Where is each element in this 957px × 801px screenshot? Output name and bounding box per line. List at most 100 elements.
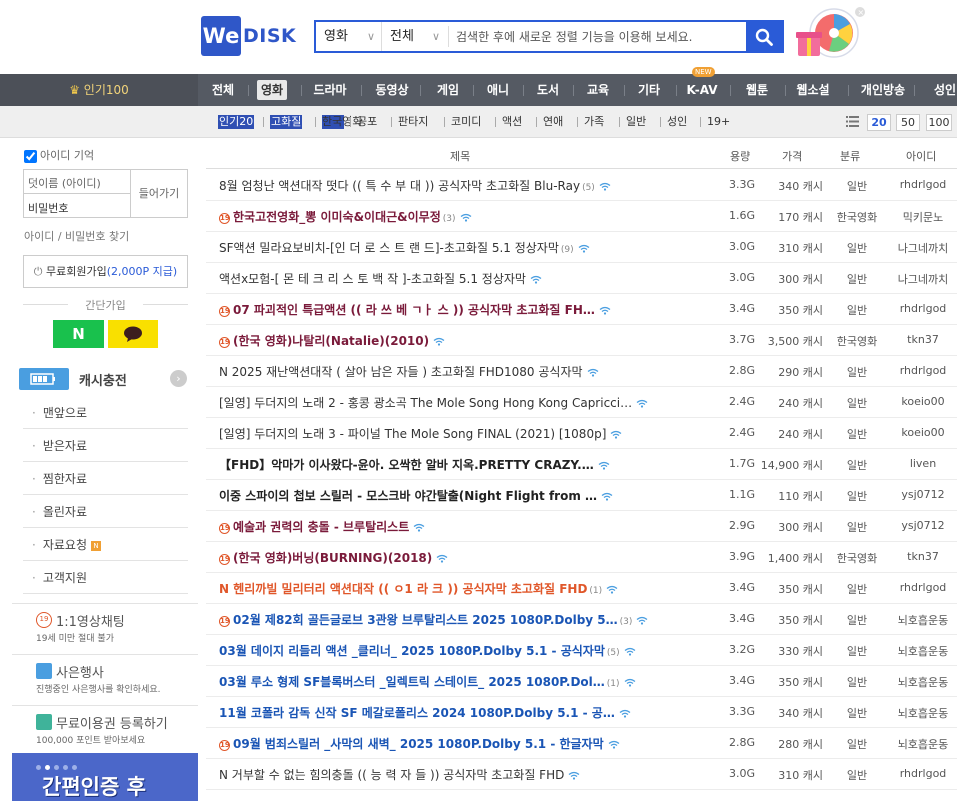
- list-view-icon[interactable]: [846, 116, 859, 130]
- row-title[interactable]: SF액션 밀라요보비치-[인 더 로 스 트 랜 드]-초고화질 5.1 정상자…: [219, 239, 590, 256]
- page-size-20[interactable]: 20: [867, 114, 891, 131]
- row-title[interactable]: 액션x모험-[ 몬 테 크 리 스 토 백 작 ]-초고화질 5.1 정상자막: [219, 270, 542, 287]
- table-row[interactable]: 액션x모험-[ 몬 테 크 리 스 토 백 작 ]-초고화질 5.1 정상자막 3…: [206, 263, 957, 294]
- row-title[interactable]: 19 (한국 영화)나탈리(Natalie)(2010): [219, 332, 445, 349]
- sub-tab-11[interactable]: 19+: [707, 115, 730, 129]
- password-field[interactable]: 비밀번호: [23, 193, 131, 218]
- nav-tab-13[interactable]: 성인: [915, 74, 957, 106]
- row-user[interactable]: rhdrlgod: [894, 581, 952, 594]
- row-title[interactable]: 19 02월 제82회 골든글로브 3관왕 브루탈리스트 2025 1080P.D…: [219, 611, 648, 628]
- search-input[interactable]: [448, 26, 746, 47]
- kakao-login-button[interactable]: [108, 320, 158, 348]
- nav-tab-11[interactable]: 웹소설: [783, 74, 843, 106]
- login-button[interactable]: 들어가기: [130, 169, 188, 218]
- side-banner-0[interactable]: 19 1:1영상채팅 19세 미만 절대 불가: [12, 603, 198, 652]
- row-user[interactable]: rhdrlgod: [894, 302, 952, 315]
- sub-tab-8[interactable]: 가족: [584, 115, 604, 129]
- table-row[interactable]: 19 09월 범죄스릴러 _사막의 새벽_ 2025 1080P.Dolby 5.…: [206, 728, 957, 759]
- row-title[interactable]: 19 한국고전영화_뽕 이미숙&이대근&이무정 (3): [219, 208, 472, 225]
- row-title[interactable]: 19 09월 범죄스릴러 _사막의 새벽_ 2025 1080P.Dolby 5.…: [219, 735, 620, 752]
- row-user[interactable]: 뇌호흡운동: [894, 612, 952, 628]
- table-row[interactable]: 【FHD】악마가 이사왔다-윤아. 오싹한 알바 지옥.PRETTY CRAZY…: [206, 449, 957, 480]
- nav-tab-9[interactable]: K-AV: [672, 74, 732, 106]
- table-row[interactable]: 19 한국고전영화_뽕 이미숙&이대근&이무정 (3) 1.6G 170 캐시 한국영화 믹…: [206, 201, 957, 232]
- subcategory-select[interactable]: 전체 ∨: [382, 22, 446, 51]
- table-row[interactable]: 이중 스파이의 첩보 스릴러 - 모스크바 야간탈출(Night Flight …: [206, 480, 957, 511]
- page-size-100[interactable]: 100: [926, 114, 952, 131]
- page-size-50[interactable]: 50: [896, 114, 920, 131]
- wedisk-logo[interactable]: We DISK: [201, 16, 305, 56]
- nav-tab-1[interactable]: 영화: [242, 74, 302, 106]
- promo-gift-icon[interactable]: ×: [794, 6, 866, 64]
- nav-tab-12[interactable]: 개인방송: [853, 74, 913, 106]
- table-row[interactable]: 19 (한국 영화)버닝(BURNING)(2018) 3.9G 1,400 캐시 한국…: [206, 542, 957, 573]
- nav-tab-10[interactable]: 웹툰: [727, 74, 787, 106]
- row-user[interactable]: 나그네까치: [894, 240, 952, 256]
- sub-tab-1[interactable]: 고화질: [270, 115, 303, 129]
- table-row[interactable]: 19 07 파괴적인 특급액션 (( 라 쓰 베 ㄱㅏ 스 )) 공식자막 초고화…: [206, 294, 957, 325]
- search-button[interactable]: [746, 22, 782, 51]
- row-user[interactable]: rhdrlgod: [894, 364, 952, 377]
- table-row[interactable]: 03월 데이지 리들리 액션 _클리너_ 2025 1080P.Dolby 5.…: [206, 635, 957, 666]
- side-menu-item-1[interactable]: · 받은자료: [23, 430, 188, 462]
- sub-tab-7[interactable]: 연애: [543, 115, 563, 129]
- popular100-tab[interactable]: ♛ 인기100: [0, 74, 198, 106]
- table-row[interactable]: N 헨리까빌 밀리터리 액션대작 (( ㅇ1 라 크 )) 공식자막 초고화질 …: [206, 573, 957, 604]
- sub-tab-6[interactable]: 액션: [502, 115, 522, 129]
- table-row[interactable]: 19 (한국 영화)나탈리(Natalie)(2010) 3.7G 3,500 캐시 한…: [206, 325, 957, 356]
- find-id-link[interactable]: 아이디 / 비밀번호 찾기: [24, 228, 129, 244]
- side-menu-item-2[interactable]: · 찜한자료: [23, 463, 188, 495]
- table-row[interactable]: 11월 코폴라 감독 신작 SF 메갈로폴리스 2024 1080P.Dolby…: [206, 697, 957, 728]
- row-title[interactable]: N 2025 재난액션대작 ( 살아 남은 자들 ) 초고화질 FHD1080 …: [219, 363, 599, 380]
- row-user[interactable]: 믹키문노: [894, 209, 952, 225]
- row-title[interactable]: 19 07 파괴적인 특급액션 (( 라 쓰 베 ㄱㅏ 스 )) 공식자막 초고화…: [219, 301, 611, 318]
- table-row[interactable]: N 2025 재난액션대작 ( 살아 남은 자들 ) 초고화질 FHD1080 …: [206, 356, 957, 387]
- category-select[interactable]: 영화 ∨: [316, 22, 382, 51]
- row-title[interactable]: [일영] 두더지의 노래 3 - 파이널 The Mole Song FINAL…: [219, 425, 622, 442]
- row-title[interactable]: 19 예술과 권력의 충돌 - 브루탈리스트: [219, 518, 425, 535]
- row-user[interactable]: 뇌호흡운동: [894, 736, 952, 752]
- row-title[interactable]: [일영] 두더지의 노래 2 - 홍콩 광소곡 The Mole Song Ho…: [219, 394, 648, 411]
- row-user[interactable]: 뇌호흡운동: [894, 705, 952, 721]
- id-field[interactable]: 덧이름 (아이디): [23, 169, 131, 193]
- table-row[interactable]: 19 02월 제82회 골든글로브 3관왕 브루탈리스트 2025 1080P.D…: [206, 604, 957, 635]
- row-user[interactable]: ysj0712: [894, 519, 952, 532]
- row-title[interactable]: 이중 스파이의 첩보 스릴러 - 모스크바 야간탈출(Night Flight …: [219, 487, 613, 504]
- row-title[interactable]: 8월 엄청난 액션대작 떳다 (( 특 수 부 대 )) 공식자막 초고화질 B…: [219, 177, 611, 194]
- sub-tab-3[interactable]: 공포: [357, 115, 377, 129]
- join-button[interactable]: ⏻ 무료회원가입(2,000P 지급): [23, 255, 188, 288]
- row-user[interactable]: koeio00: [894, 395, 952, 408]
- sub-tab-10[interactable]: 성인: [667, 115, 687, 129]
- row-user[interactable]: 뇌호흡운동: [894, 674, 952, 690]
- table-row[interactable]: N 거부할 수 없는 힘의충돌 (( 능 력 자 들 )) 공식자막 초고화질 …: [206, 759, 957, 790]
- naver-login-button[interactable]: N: [53, 320, 104, 348]
- row-title[interactable]: 【FHD】악마가 이사왔다-윤아. 오싹한 알바 지옥.PRETTY CRAZY…: [219, 456, 610, 473]
- row-title[interactable]: 19 (한국 영화)버닝(BURNING)(2018): [219, 549, 448, 566]
- side-menu-item-0[interactable]: · 맨앞으로: [23, 397, 188, 429]
- side-menu-item-4[interactable]: · 자료요청 N: [23, 529, 188, 561]
- side-menu-item-5[interactable]: · 고객지원: [23, 562, 188, 594]
- sub-tab-4[interactable]: 판타지: [398, 115, 428, 129]
- row-title[interactable]: 03월 루소 형제 SF블록버스터 _일렉트릭 스테이트_ 2025 1080P…: [219, 673, 636, 690]
- table-row[interactable]: 03월 루소 형제 SF블록버스터 _일렉트릭 스테이트_ 2025 1080P…: [206, 666, 957, 697]
- remember-id-checkbox[interactable]: [24, 149, 37, 163]
- row-title[interactable]: N 거부할 수 없는 힘의충돌 (( 능 력 자 들 )) 공식자막 초고화질 …: [219, 766, 580, 783]
- sub-tab-5[interactable]: 코미디: [451, 115, 481, 129]
- row-user[interactable]: liven: [894, 457, 952, 470]
- nav-tab-3[interactable]: 동영상: [362, 74, 422, 106]
- table-row[interactable]: [일영] 두더지의 노래 3 - 파이널 The Mole Song FINAL…: [206, 418, 957, 449]
- row-user[interactable]: ysj0712: [894, 488, 952, 501]
- table-row[interactable]: 19 예술과 권력의 충돌 - 브루탈리스트 2.9G 300 캐시 일반 ysj0712: [206, 511, 957, 542]
- row-user[interactable]: 뇌호흡운동: [894, 643, 952, 659]
- sub-tab-0[interactable]: 인기20: [218, 115, 255, 129]
- row-title[interactable]: N 헨리까빌 밀리터리 액션대작 (( ㅇ1 라 크 )) 공식자막 초고화질 …: [219, 580, 618, 597]
- remember-id[interactable]: 아이디 기억: [24, 147, 94, 163]
- row-user[interactable]: 나그네까치: [894, 271, 952, 287]
- table-row[interactable]: [일영] 두더지의 노래 2 - 홍콩 광소곡 The Mole Song Ho…: [206, 387, 957, 418]
- row-user[interactable]: rhdrlgod: [894, 178, 952, 191]
- cash-charge[interactable]: 캐시충전 ›: [19, 366, 187, 392]
- side-menu-item-3[interactable]: · 올린자료: [23, 496, 188, 528]
- row-user[interactable]: rhdrlgod: [894, 767, 952, 780]
- row-user[interactable]: koeio00: [894, 426, 952, 439]
- table-row[interactable]: 8월 엄청난 액션대작 떳다 (( 특 수 부 대 )) 공식자막 초고화질 B…: [206, 170, 957, 201]
